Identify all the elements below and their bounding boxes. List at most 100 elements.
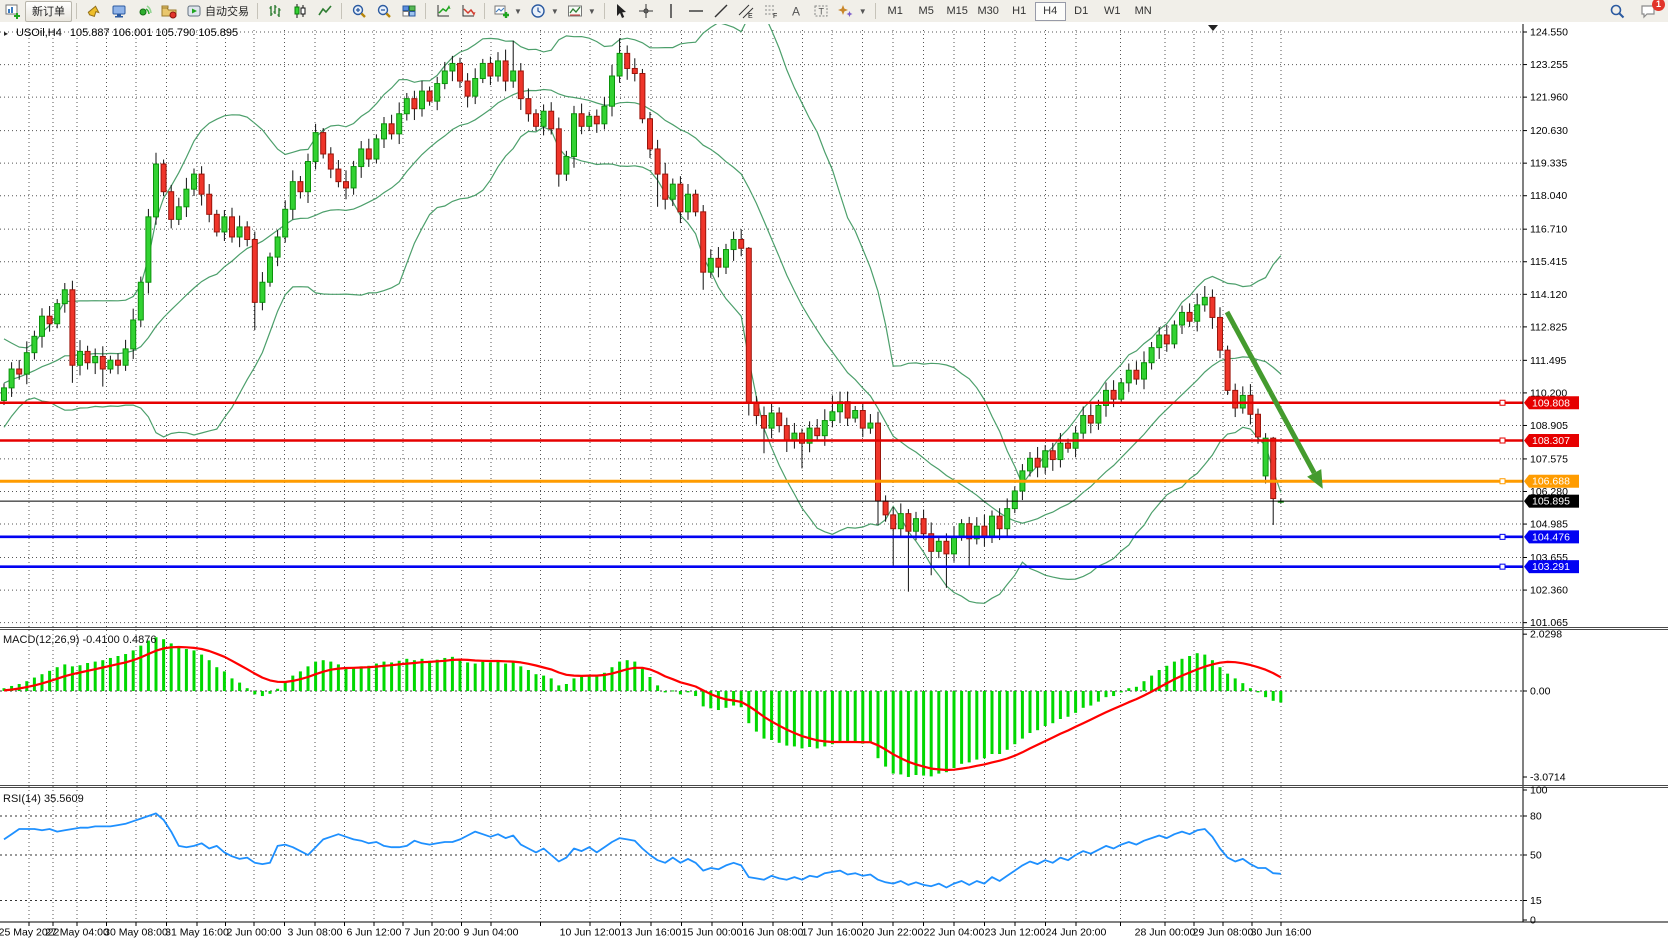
macd-bar (253, 691, 256, 694)
macd-bar (975, 691, 978, 760)
macd-bar (793, 691, 796, 746)
macd-tick-label: 0.00 (1530, 686, 1551, 698)
data-window-button[interactable] (106, 1, 131, 22)
macd-bar (329, 662, 332, 691)
rsi-pane: RSI(14) 35.5609 (3, 793, 1281, 888)
bar-chart-button[interactable] (262, 1, 287, 22)
market-watch-icon (85, 3, 102, 20)
candle (876, 423, 881, 501)
time-tick-label: 10 Jun 12:00 (560, 927, 621, 939)
period-menu-button[interactable]: ▼ (526, 1, 563, 22)
hline-handle[interactable] (1500, 564, 1505, 569)
candle (207, 194, 212, 214)
zoom-in-button[interactable] (346, 1, 371, 22)
text-label-tool-button[interactable]: T (809, 1, 834, 22)
macd-bar (1044, 691, 1047, 726)
macd-bar (1279, 691, 1282, 702)
equidistant-channel-tool-button[interactable]: E (734, 1, 759, 22)
hline-handle[interactable] (1500, 479, 1505, 484)
candle (1218, 317, 1223, 350)
candlestick-chart-button[interactable] (287, 1, 312, 22)
macd-bar (352, 668, 355, 691)
macd-bar (664, 691, 667, 692)
price-line-label[interactable]: 109.808 (1524, 396, 1579, 409)
macd-bar (785, 691, 788, 746)
horizontal-line-tool-button[interactable] (684, 1, 709, 22)
timeframe-d1[interactable]: D1 (1066, 2, 1097, 21)
hline-handle[interactable] (1500, 438, 1505, 443)
crosshair-tool-button[interactable] (634, 1, 659, 22)
timeframe-h4[interactable]: H4 (1035, 2, 1066, 21)
candle (465, 81, 470, 96)
candle (222, 217, 227, 232)
navigator-button[interactable] (131, 1, 156, 22)
cursor-tool-button[interactable] (609, 1, 634, 22)
chart-region[interactable]: ▸ USOil,H4 105.887 106.001 105.790 105.8… (0, 22, 1668, 940)
auto-trading-button[interactable]: 自动交易 (181, 1, 253, 22)
candle (982, 526, 987, 536)
price-line-label[interactable]: 106.688 (1524, 475, 1579, 488)
candle (587, 116, 592, 126)
zoom-out-button[interactable] (371, 1, 396, 22)
candle (754, 403, 759, 416)
new-order-button[interactable]: 新订单 (25, 1, 72, 22)
timeframe-m15[interactable]: M15 (942, 2, 973, 21)
candle (1233, 390, 1238, 408)
price-tick-label: 107.575 (1530, 453, 1568, 465)
templates-icon (567, 3, 584, 20)
chart-canvas[interactable]: MACD(12,26,9) -0.4100 0.4876RSI(14) 35.5… (0, 22, 1668, 940)
periods-button[interactable] (455, 1, 480, 22)
timeframe-h1[interactable]: H1 (1004, 2, 1035, 21)
hline-handle[interactable] (1500, 400, 1505, 405)
macd-bar (1059, 691, 1062, 719)
macd-signal-line (4, 647, 1281, 770)
timeframe-mn[interactable]: MN (1128, 2, 1159, 21)
arrow-objects-button[interactable]: ▼ (834, 1, 871, 22)
add-indicator-button[interactable]: ▼ (489, 1, 526, 22)
timeframe-m5[interactable]: M5 (911, 2, 942, 21)
macd-bar (1067, 691, 1070, 717)
indicators-button[interactable] (430, 1, 455, 22)
price-line-label[interactable]: 108.307 (1524, 434, 1579, 447)
time-tick-label: 20 Jun 22:00 (863, 927, 924, 939)
vertical-line-tool-button[interactable] (659, 1, 684, 22)
trendline-tool-button[interactable] (709, 1, 734, 22)
chart-shift-marker[interactable] (1208, 25, 1218, 31)
price-tick-label: 111.495 (1530, 355, 1567, 367)
macd-bar (671, 690, 674, 691)
candle (594, 116, 599, 124)
timeframe-m1[interactable]: M1 (880, 2, 911, 21)
text-icon: A (788, 3, 805, 20)
price-tick-label: 112.825 (1530, 321, 1567, 333)
market-watch-button[interactable] (81, 1, 106, 22)
timeframe-w1[interactable]: W1 (1097, 2, 1128, 21)
dropdown-arrow-icon: ▼ (551, 7, 559, 16)
candle (382, 124, 387, 139)
candle (245, 227, 250, 240)
candle (496, 61, 501, 76)
terminal-button[interactable] (156, 1, 181, 22)
new-chart-button[interactable] (0, 1, 25, 22)
timeframe-m30[interactable]: M30 (973, 2, 1004, 21)
macd-bar (428, 661, 431, 691)
macd-bar (322, 660, 325, 691)
search-button[interactable] (1604, 1, 1629, 22)
hline-handle[interactable] (1500, 534, 1505, 539)
fibonacci-tool-button[interactable]: F (759, 1, 784, 22)
price-line-label[interactable]: 104.476 (1524, 530, 1579, 543)
templates-button[interactable]: ▼ (563, 1, 600, 22)
notifications-button[interactable]: 1 (1635, 1, 1660, 22)
candles (2, 38, 1284, 591)
price-line-label[interactable]: 105.895 (1524, 495, 1579, 508)
macd-bar (101, 660, 104, 691)
macd-bar (960, 691, 963, 764)
text-tool-button[interactable]: A (784, 1, 809, 22)
price-line-label[interactable]: 103.291 (1524, 560, 1579, 573)
candle (579, 114, 584, 127)
line-chart-button[interactable] (312, 1, 337, 22)
navigator-icon (135, 3, 152, 20)
candle (716, 258, 721, 267)
candle (1096, 405, 1101, 423)
tile-windows-button[interactable] (396, 1, 421, 22)
periods-icon (459, 3, 476, 20)
